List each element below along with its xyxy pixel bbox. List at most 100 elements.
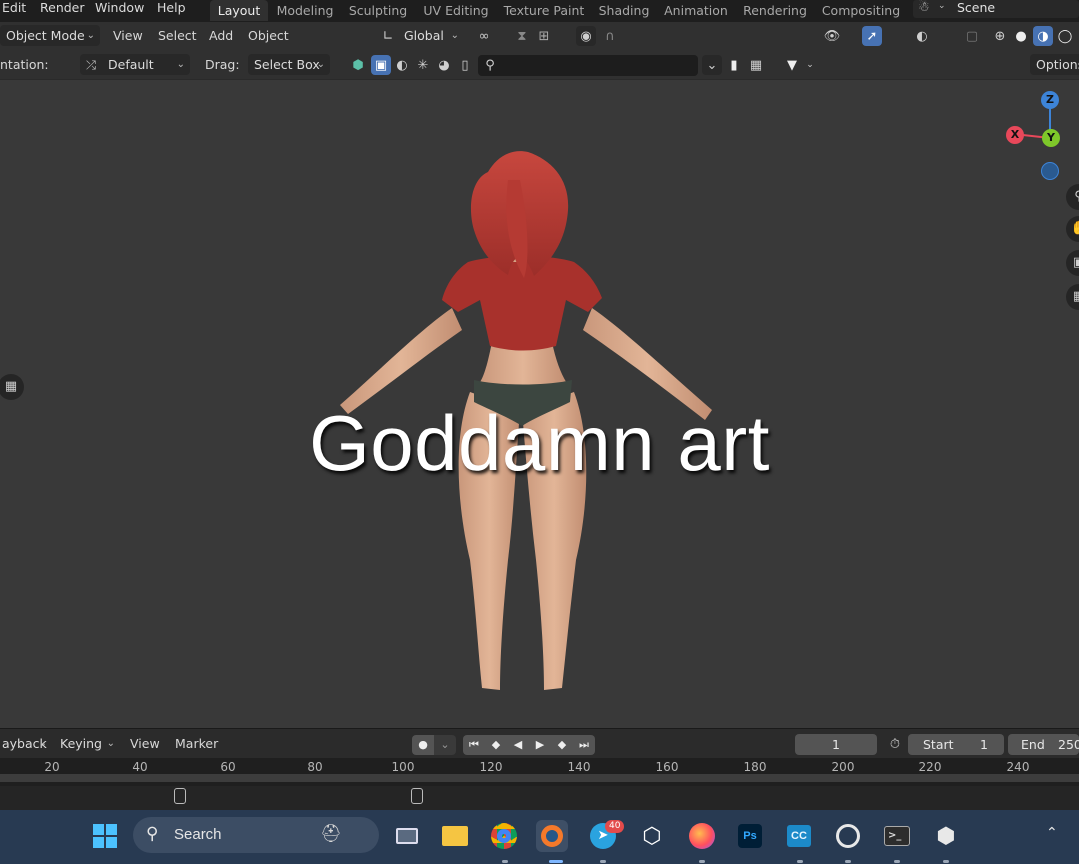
tab-layout[interactable]: Layout bbox=[210, 0, 268, 21]
menu-help[interactable]: Help bbox=[157, 0, 186, 18]
windows-start-icon[interactable] bbox=[89, 820, 121, 852]
task-view-icon[interactable] bbox=[391, 820, 423, 852]
snap-target-icon[interactable]: ⊞ bbox=[534, 26, 554, 46]
chrome-icon[interactable] bbox=[488, 820, 520, 852]
menu-add[interactable]: Add bbox=[209, 25, 233, 46]
tab-compositing[interactable]: Compositing bbox=[820, 0, 902, 21]
pivot-icon[interactable]: ∞ bbox=[474, 26, 494, 46]
solid-shading-icon[interactable]: ● bbox=[1011, 26, 1031, 46]
unity-hub-icon[interactable]: ⬢ bbox=[930, 820, 962, 852]
terminal-icon[interactable]: >_ bbox=[881, 820, 913, 852]
chevron-down-icon[interactable]: ⌄ bbox=[434, 735, 456, 755]
running-indicator bbox=[797, 860, 803, 863]
gizmo-x-axis[interactable]: X bbox=[1006, 126, 1024, 144]
overlay-icon[interactable]: ◐ bbox=[912, 26, 932, 46]
frame-tick: 20 bbox=[44, 760, 60, 774]
windows-taskbar: ⚲ Search ⛑ ➤ 40 ⬡ Ps CC >_ ⬢ ⌃ bbox=[0, 810, 1079, 864]
xray-icon[interactable]: ▢ bbox=[962, 26, 982, 46]
play-reverse-icon[interactable]: ◀ bbox=[507, 735, 529, 755]
selectable-icon[interactable]: ▣ bbox=[371, 55, 391, 75]
camera-icon[interactable]: ▯ bbox=[455, 55, 475, 75]
menu-render[interactable]: Render bbox=[40, 0, 85, 18]
keying-dropdown[interactable]: Keying ⌄ bbox=[54, 733, 120, 754]
running-indicator bbox=[894, 860, 900, 863]
object-type-icon[interactable]: ⬢ bbox=[348, 55, 368, 75]
record-icon[interactable]: ● bbox=[412, 735, 434, 755]
gizmo-y-axis[interactable]: Y bbox=[1042, 129, 1060, 147]
play-icon[interactable]: ▶ bbox=[529, 735, 551, 755]
taskbar-search-input[interactable] bbox=[133, 817, 379, 853]
sphere-icon[interactable]: ◐ bbox=[392, 55, 412, 75]
next-keyframe-icon[interactable]: ◆ bbox=[551, 735, 573, 755]
lights-icon[interactable]: ✳ bbox=[413, 55, 433, 75]
tab-shading[interactable]: Shading bbox=[596, 0, 652, 21]
material-shading-icon[interactable]: ◑ bbox=[1033, 26, 1053, 46]
chevron-up-icon[interactable]: ⌃ bbox=[1046, 825, 1058, 841]
menu-select[interactable]: Select bbox=[158, 25, 197, 46]
tab-animation[interactable]: Animation bbox=[662, 0, 730, 21]
chevron-down-icon: ⌄ bbox=[176, 59, 185, 70]
gizmo-z-axis[interactable]: Z bbox=[1041, 91, 1059, 109]
falloff-icon[interactable]: ∩ bbox=[600, 26, 620, 46]
playback-dropdown[interactable]: ayback ⌄ bbox=[0, 733, 52, 754]
telegram-unread-badge: 40 bbox=[605, 820, 625, 833]
rendered-shading-icon[interactable]: ◯ bbox=[1055, 26, 1075, 46]
tab-texture-paint[interactable]: Texture Paint bbox=[502, 0, 586, 21]
3d-viewport[interactable]: Goddamn art Z Y X ⚲ ✋ ▣ ▦ ▦ bbox=[0, 80, 1079, 728]
unity-icon[interactable]: ⬡ bbox=[636, 820, 668, 852]
start-frame-field[interactable]: Start 1 bbox=[908, 734, 1004, 755]
object-mode-dropdown[interactable]: Object Mode ⌄ bbox=[0, 25, 100, 46]
proportional-editing-icon[interactable]: ◉ bbox=[576, 26, 596, 46]
visibility-eye-icon[interactable]: 👁 bbox=[822, 26, 842, 46]
menu-window[interactable]: Window bbox=[95, 0, 144, 18]
menu-view[interactable]: View bbox=[113, 25, 143, 46]
keyframe-handle-icon[interactable] bbox=[174, 788, 186, 804]
filter-toggle-icon[interactable]: ⌄ bbox=[702, 55, 722, 75]
timeline-ruler[interactable]: 20 40 60 80 100 120 140 160 180 200 220 … bbox=[0, 758, 1079, 786]
options-dropdown[interactable]: Options bbox=[1030, 54, 1079, 75]
chevron-down-icon: ⌄ bbox=[38, 738, 47, 749]
file-explorer-icon[interactable] bbox=[439, 820, 471, 852]
timeline-menu-view[interactable]: View bbox=[130, 733, 160, 754]
start-label: Start bbox=[923, 737, 954, 752]
tab-rendering[interactable]: Rendering bbox=[740, 0, 810, 21]
obs-icon[interactable] bbox=[832, 820, 864, 852]
blender-icon[interactable] bbox=[536, 820, 568, 852]
frame-tick: 100 bbox=[391, 760, 415, 774]
sort-icon[interactable]: ▦ bbox=[746, 55, 766, 75]
end-label: End bbox=[1021, 737, 1045, 752]
outliner-search-input[interactable] bbox=[478, 55, 698, 76]
tab-uv-editing[interactable]: UV Editing bbox=[420, 0, 492, 21]
filter-icon[interactable]: ▼ bbox=[782, 55, 802, 75]
timeline-body[interactable] bbox=[0, 786, 1079, 810]
gizmo-toggle-icon[interactable]: ➚ bbox=[862, 26, 882, 46]
photoshop-icon[interactable]: Ps bbox=[734, 820, 766, 852]
menu-edit[interactable]: Edit bbox=[2, 0, 26, 18]
wireframe-shading-icon[interactable]: ⊕ bbox=[990, 26, 1010, 46]
transform-orientation-dropdown[interactable]: Global ⌄ bbox=[398, 25, 464, 46]
gizmo-neg-z[interactable] bbox=[1041, 162, 1059, 180]
jump-start-icon[interactable]: ⏮ bbox=[463, 735, 485, 755]
tab-sculpting[interactable]: Sculpting bbox=[346, 0, 410, 21]
snap-icon[interactable]: ⧗ bbox=[512, 26, 532, 46]
jump-end-icon[interactable]: ⏭ bbox=[573, 735, 595, 755]
menu-object[interactable]: Object bbox=[248, 25, 289, 46]
tab-modeling[interactable]: Modeling bbox=[274, 0, 336, 21]
current-frame-field[interactable]: 1 bbox=[795, 734, 877, 755]
bookmark-icon[interactable]: ▮ bbox=[724, 55, 744, 75]
firefox-icon[interactable] bbox=[686, 820, 718, 852]
stopwatch-icon[interactable]: ⏱ bbox=[885, 734, 905, 754]
world-icon[interactable]: ◕ bbox=[434, 55, 454, 75]
orientation-dropdown[interactable]: ⤮ Default ⌄ bbox=[80, 54, 190, 75]
orientation-value: Default bbox=[108, 57, 154, 72]
end-frame-field[interactable]: End 250 bbox=[1008, 734, 1079, 755]
keyframe-handle-icon[interactable] bbox=[411, 788, 423, 804]
orientation-label: ntation: bbox=[0, 57, 49, 72]
prev-keyframe-icon[interactable]: ◆ bbox=[485, 735, 507, 755]
scene-icon: ☃ bbox=[918, 0, 930, 15]
drag-dropdown[interactable]: Select Box ⌄ bbox=[248, 54, 330, 75]
running-indicator bbox=[845, 860, 851, 863]
timeline-scrubber-track[interactable] bbox=[0, 774, 1079, 782]
character-creator-icon[interactable]: CC bbox=[783, 820, 815, 852]
timeline-menu-marker[interactable]: Marker bbox=[175, 733, 218, 754]
